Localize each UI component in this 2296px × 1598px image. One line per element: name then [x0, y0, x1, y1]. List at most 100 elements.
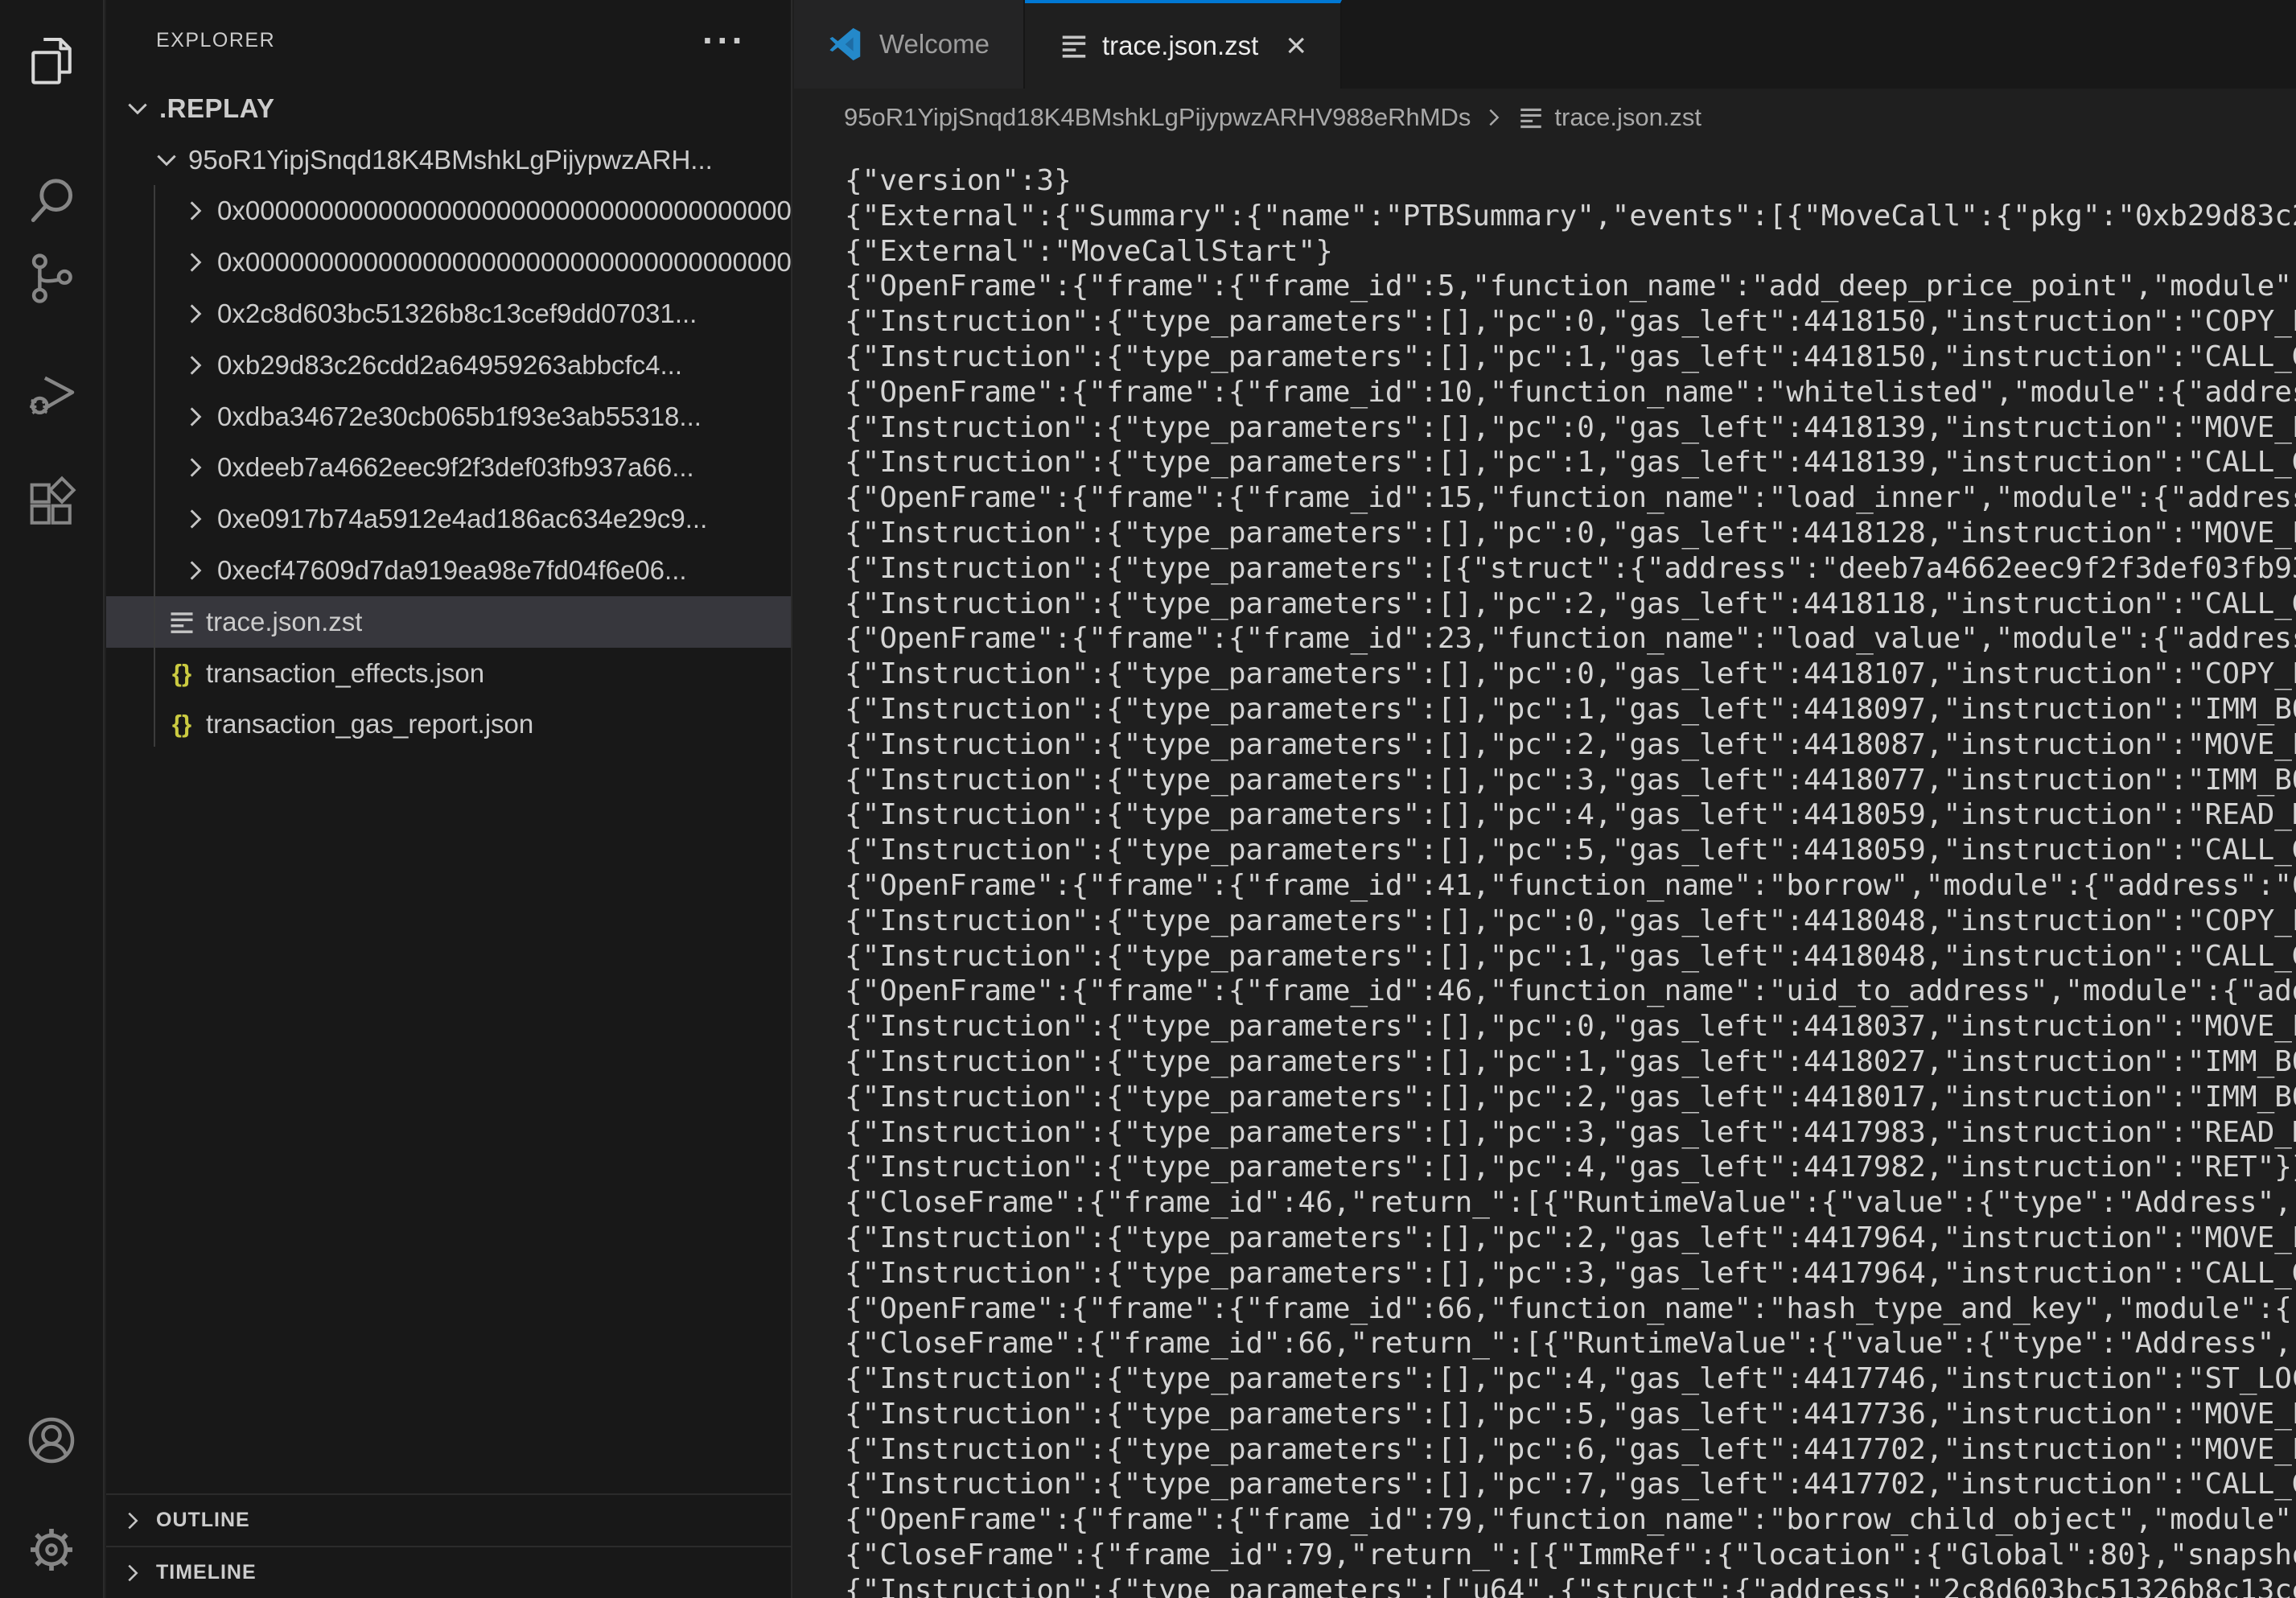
source-control-button[interactable] [0, 238, 103, 319]
code-line: {"OpenFrame":{"frame":{"frame_id":10,"fu… [794, 375, 2296, 410]
chevron-icon [182, 300, 209, 327]
json-icon: {} [167, 710, 196, 739]
search-icon [20, 170, 83, 233]
chevron-icon [182, 403, 209, 430]
chevron-right-icon [121, 1561, 145, 1585]
code-line: {"OpenFrame":{"frame":{"frame_id":15,"fu… [794, 480, 2296, 516]
tree-item-label: 0xdeeb7a4662eec9f2f3def03fb937a66... [217, 452, 694, 483]
close-icon[interactable]: × [1286, 31, 1306, 60]
code-line: {"Instruction":{"type_parameters":[],"pc… [794, 763, 2296, 798]
tree-item[interactable]: {} 0xdba34672e30cb065b1f93e3ab55318... [106, 391, 791, 443]
code-line: {"External":{"Summary":{"name":"PTBSumma… [794, 199, 2296, 234]
file-tree: {} .REPLAY {} 95oR1YipjSnqd18K4BMshkLgPi… [106, 83, 791, 750]
code-line: {"Instruction":{"type_parameters":[],"pc… [794, 1361, 2296, 1397]
tree-item-label: 0x2c8d603bc51326b8c13cef9dd07031... [217, 299, 697, 329]
code-line: {"CloseFrame":{"frame_id":66,"return_":[… [794, 1326, 2296, 1361]
run-debug-button[interactable] [0, 351, 103, 431]
code-line: {"Instruction":{"type_parameters":[],"pc… [794, 410, 2296, 446]
tree-item[interactable]: {} 0xecf47609d7da919ea98e7fd04f6e06... [106, 545, 791, 596]
code-line: {"Instruction":{"type_parameters":[],"pc… [794, 1080, 2296, 1115]
code-line: {"version":3} [794, 163, 2296, 199]
tree-item[interactable]: {} 0x00000000000000000000000000000000000… [106, 186, 791, 237]
editor-group: Welcome trace.json.zst × 95oR1YipjSnqd18… [794, 0, 2296, 1598]
tab-label: trace.json.zst [1102, 31, 1258, 61]
list-icon [1059, 31, 1089, 61]
tree-item[interactable]: {} trace.json.zst [106, 596, 791, 648]
accounts-button[interactable] [0, 1400, 103, 1481]
code-line: {"Instruction":{"type_parameters":[],"pc… [794, 833, 2296, 868]
tree-item-label: trace.json.zst [206, 607, 362, 637]
code-line: {"CloseFrame":{"frame_id":79,"return_":[… [794, 1538, 2296, 1573]
extensions-icon [20, 473, 83, 536]
settings-button[interactable] [0, 1509, 103, 1590]
sidebar-header: EXPLORER ··· [106, 0, 791, 80]
tree-item[interactable]: {} 0xb29d83c26cdd2a64959263abbcfc4... [106, 340, 791, 391]
code-line: {"Instruction":{"type_parameters":[],"pc… [794, 939, 2296, 974]
chevron-icon [182, 557, 209, 584]
code-line: {"Instruction":{"type_parameters":[],"pc… [794, 657, 2296, 692]
search-button[interactable] [0, 161, 103, 241]
sidebar-bottom-panels: OUTLINE TIMELINE [106, 1493, 791, 1598]
tab-trace-json-zst[interactable]: trace.json.zst × [1025, 0, 1342, 89]
sidebar-title: EXPLORER [156, 29, 275, 52]
breadcrumb: 95oR1YipjSnqd18K4BMshkLgPijypwzARHV988eR… [794, 89, 2296, 146]
source-control-icon [20, 247, 83, 310]
tree-item-label: transaction_effects.json [206, 658, 484, 689]
code-line: {"Instruction":{"type_parameters":[],"pc… [794, 340, 2296, 375]
code-line: {"Instruction":{"type_parameters":[],"pc… [794, 692, 2296, 727]
activity-bar [0, 0, 105, 1598]
chevron-icon [182, 197, 209, 224]
more-actions-button[interactable]: ··· [702, 32, 747, 48]
chevron-right-icon [1482, 105, 1506, 130]
code-line: {"Instruction":{"type_parameters":[],"pc… [794, 1150, 2296, 1185]
code-line: {"Instruction":{"type_parameters":[],"pc… [794, 445, 2296, 480]
code-line: {"Instruction":{"type_parameters":[],"pc… [794, 516, 2296, 551]
code-line: {"Instruction":{"type_parameters":[],"pc… [794, 1432, 2296, 1468]
tree-item[interactable]: {} 0x2c8d603bc51326b8c13cef9dd07031... [106, 288, 791, 340]
tree-item-label: 95oR1YipjSnqd18K4BMshkLgPijypwzARH... [188, 145, 713, 175]
breadcrumb-file[interactable]: trace.json.zst [1554, 103, 1701, 132]
code-line: {"OpenFrame":{"frame":{"frame_id":66,"fu… [794, 1291, 2296, 1327]
tree-item[interactable]: {} 0xe0917b74a5912e4ad186ac634e29c9... [106, 493, 791, 545]
breadcrumb-folder[interactable]: 95oR1YipjSnqd18K4BMshkLgPijypwzARHV988eR… [844, 103, 1471, 132]
tree-item[interactable]: {} 95oR1YipjSnqd18K4BMshkLgPijypwzARH... [106, 134, 791, 186]
tree-item[interactable]: {} 0x00000000000000000000000000000000000… [106, 237, 791, 288]
tree-indent-guide [154, 185, 155, 747]
sidebar-section-header[interactable]: OUTLINE [106, 1493, 791, 1546]
list-icon [1517, 104, 1545, 131]
tab-bar: Welcome trace.json.zst × [794, 0, 2296, 89]
sidebar-section-header[interactable]: TIMELINE [106, 1546, 791, 1598]
code-line: {"Instruction":{"type_parameters":[],"pc… [794, 1397, 2296, 1432]
list-icon [167, 607, 196, 636]
code-line: {"Instruction":{"type_parameters":[{"str… [794, 551, 2296, 587]
code-line: {"OpenFrame":{"frame":{"frame_id":5,"fun… [794, 269, 2296, 304]
editor-content[interactable]: {"version":3}{"External":{"Summary":{"na… [794, 146, 2296, 1598]
tree-item-label: 0xecf47609d7da919ea98e7fd04f6e06... [217, 555, 687, 586]
chevron-icon [153, 146, 180, 174]
tree-item-label: 0x00000000000000000000000000000000000000… [217, 196, 791, 226]
explorer-button[interactable] [0, 20, 103, 101]
tree-item-label: 0xe0917b74a5912e4ad186ac634e29c9... [217, 504, 707, 534]
tree-item[interactable]: {} transaction_gas_report.json [106, 699, 791, 751]
tree-item[interactable]: {} transaction_effects.json [106, 648, 791, 699]
tree-item[interactable]: {} .REPLAY [106, 83, 791, 134]
code-line: {"Instruction":{"type_parameters":[],"pc… [794, 1256, 2296, 1291]
code-line: {"OpenFrame":{"frame":{"frame_id":23,"fu… [794, 621, 2296, 657]
tab-label: Welcome [879, 29, 990, 60]
tree-item-label: 0xb29d83c26cdd2a64959263abbcfc4... [217, 350, 682, 381]
code-line: {"Instruction":{"type_parameters":[],"pc… [794, 797, 2296, 833]
gear-icon [20, 1518, 83, 1581]
tab-welcome[interactable]: Welcome [794, 0, 1025, 89]
tree-item-label: transaction_gas_report.json [206, 709, 533, 739]
extensions-button[interactable] [0, 464, 103, 545]
chevron-icon [182, 505, 209, 533]
code-line: {"Instruction":{"type_parameters":[],"pc… [794, 904, 2296, 939]
code-line: {"External":"MoveCallStart"} [794, 234, 2296, 270]
chevron-icon [124, 95, 151, 122]
debug-icon [20, 360, 83, 422]
tree-item[interactable]: {} 0xdeeb7a4662eec9f2f3def03fb937a66... [106, 443, 791, 494]
sidebar-explorer: EXPLORER ··· {} .REPLAY {} 95oR1YipjSnqd… [106, 0, 792, 1598]
json-icon: {} [167, 659, 196, 688]
sidebar-section-label: OUTLINE [156, 1509, 250, 1532]
code-line: {"Instruction":{"type_parameters":["u64"… [794, 1573, 2296, 1598]
